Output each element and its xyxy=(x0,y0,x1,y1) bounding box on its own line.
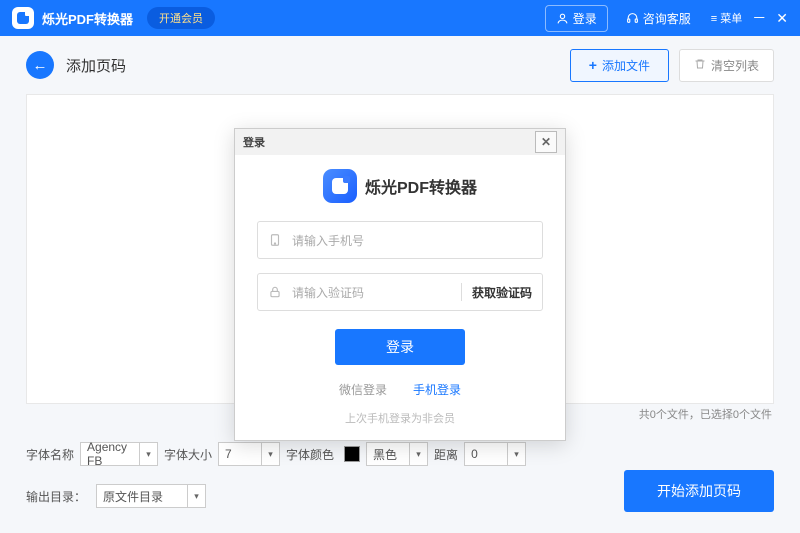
brand-text: 烁光PDF转换器 xyxy=(365,174,477,198)
login-tabs: 微信登录 手机登录 xyxy=(257,381,543,398)
minimize-button[interactable]: － xyxy=(752,8,766,28)
start-button[interactable]: 开始添加页码 xyxy=(624,470,774,512)
phone-input[interactable]: 请输入手机号 xyxy=(257,221,543,259)
clear-list-button[interactable]: 清空列表 xyxy=(679,49,774,82)
app-name: 烁光PDF转换器 xyxy=(42,9,133,28)
add-file-button[interactable]: + 添加文件 xyxy=(570,49,669,82)
divider xyxy=(461,283,462,301)
font-size-select[interactable]: 7▾ xyxy=(218,442,280,466)
vip-button[interactable]: 开通会员 xyxy=(147,7,215,29)
output-dir-select[interactable]: 原文件目录▾ xyxy=(96,484,206,508)
app-logo-icon xyxy=(12,7,34,29)
headset-icon xyxy=(626,12,639,25)
chevron-down-icon: ▾ xyxy=(139,443,157,465)
distance-select[interactable]: 0▾ xyxy=(464,442,526,466)
chevron-down-icon: ▾ xyxy=(507,443,525,465)
modal-login-button[interactable]: 登录 xyxy=(335,329,465,365)
font-name-select[interactable]: Agency FB▾ xyxy=(80,442,158,466)
phone-placeholder: 请输入手机号 xyxy=(292,232,532,249)
add-file-label: 添加文件 xyxy=(602,57,650,74)
login-label: 登录 xyxy=(573,10,597,27)
login-modal: 登录 ✕ 烁光PDF转换器 请输入手机号 请输入验证码 获取验证码 登录 微信登… xyxy=(234,128,566,441)
controls-row: 字体名称 Agency FB▾ 字体大小 7▾ 字体颜色 黑色▾ 距离 0▾ xyxy=(26,442,526,466)
brand-row: 烁光PDF转换器 xyxy=(257,169,543,203)
menu-button[interactable]: ≡ 菜单 xyxy=(711,10,742,26)
back-button[interactable]: ← xyxy=(26,51,54,79)
trash-icon xyxy=(694,58,706,73)
clear-list-label: 清空列表 xyxy=(711,57,759,74)
status-text: 共0个文件，已选择0个文件 xyxy=(639,406,772,422)
chevron-down-icon: ▾ xyxy=(187,485,205,507)
last-login-note: 上次手机登录为非会员 xyxy=(257,410,543,426)
font-name-label: 字体名称 xyxy=(26,446,74,463)
output-row: 输出目录： 原文件目录▾ xyxy=(26,484,206,508)
plus-icon: + xyxy=(589,57,597,73)
lock-icon xyxy=(268,285,284,299)
chevron-down-icon: ▾ xyxy=(261,443,279,465)
code-placeholder: 请输入验证码 xyxy=(292,284,451,301)
chevron-down-icon: ▾ xyxy=(409,443,427,465)
tab-phone-login[interactable]: 手机登录 xyxy=(413,381,461,398)
output-label: 输出目录： xyxy=(26,488,86,505)
phone-icon xyxy=(268,233,284,247)
user-icon xyxy=(556,12,569,25)
font-color-select[interactable]: 黑色▾ xyxy=(366,442,428,466)
close-button[interactable]: ✕ xyxy=(776,10,788,27)
modal-header: 登录 ✕ xyxy=(235,129,565,155)
support-label: 咨询客服 xyxy=(643,10,691,27)
page-title: 添加页码 xyxy=(66,55,126,76)
brand-logo-icon xyxy=(323,169,357,203)
font-color-label: 字体颜色 xyxy=(286,446,334,463)
tab-wechat-login[interactable]: 微信登录 xyxy=(339,381,387,398)
page-header: ← 添加页码 + 添加文件 清空列表 xyxy=(0,36,800,94)
distance-label: 距离 xyxy=(434,446,458,463)
modal-close-button[interactable]: ✕ xyxy=(535,131,557,153)
titlebar: 烁光PDF转换器 开通会员 登录 咨询客服 ≡ 菜单 － ✕ xyxy=(0,0,800,36)
font-size-label: 字体大小 xyxy=(164,446,212,463)
get-code-button[interactable]: 获取验证码 xyxy=(472,284,532,301)
modal-title: 登录 xyxy=(243,134,265,150)
color-swatch[interactable] xyxy=(344,446,360,462)
code-input[interactable]: 请输入验证码 获取验证码 xyxy=(257,273,543,311)
support-button[interactable]: 咨询客服 xyxy=(616,6,701,31)
login-button[interactable]: 登录 xyxy=(545,5,608,32)
